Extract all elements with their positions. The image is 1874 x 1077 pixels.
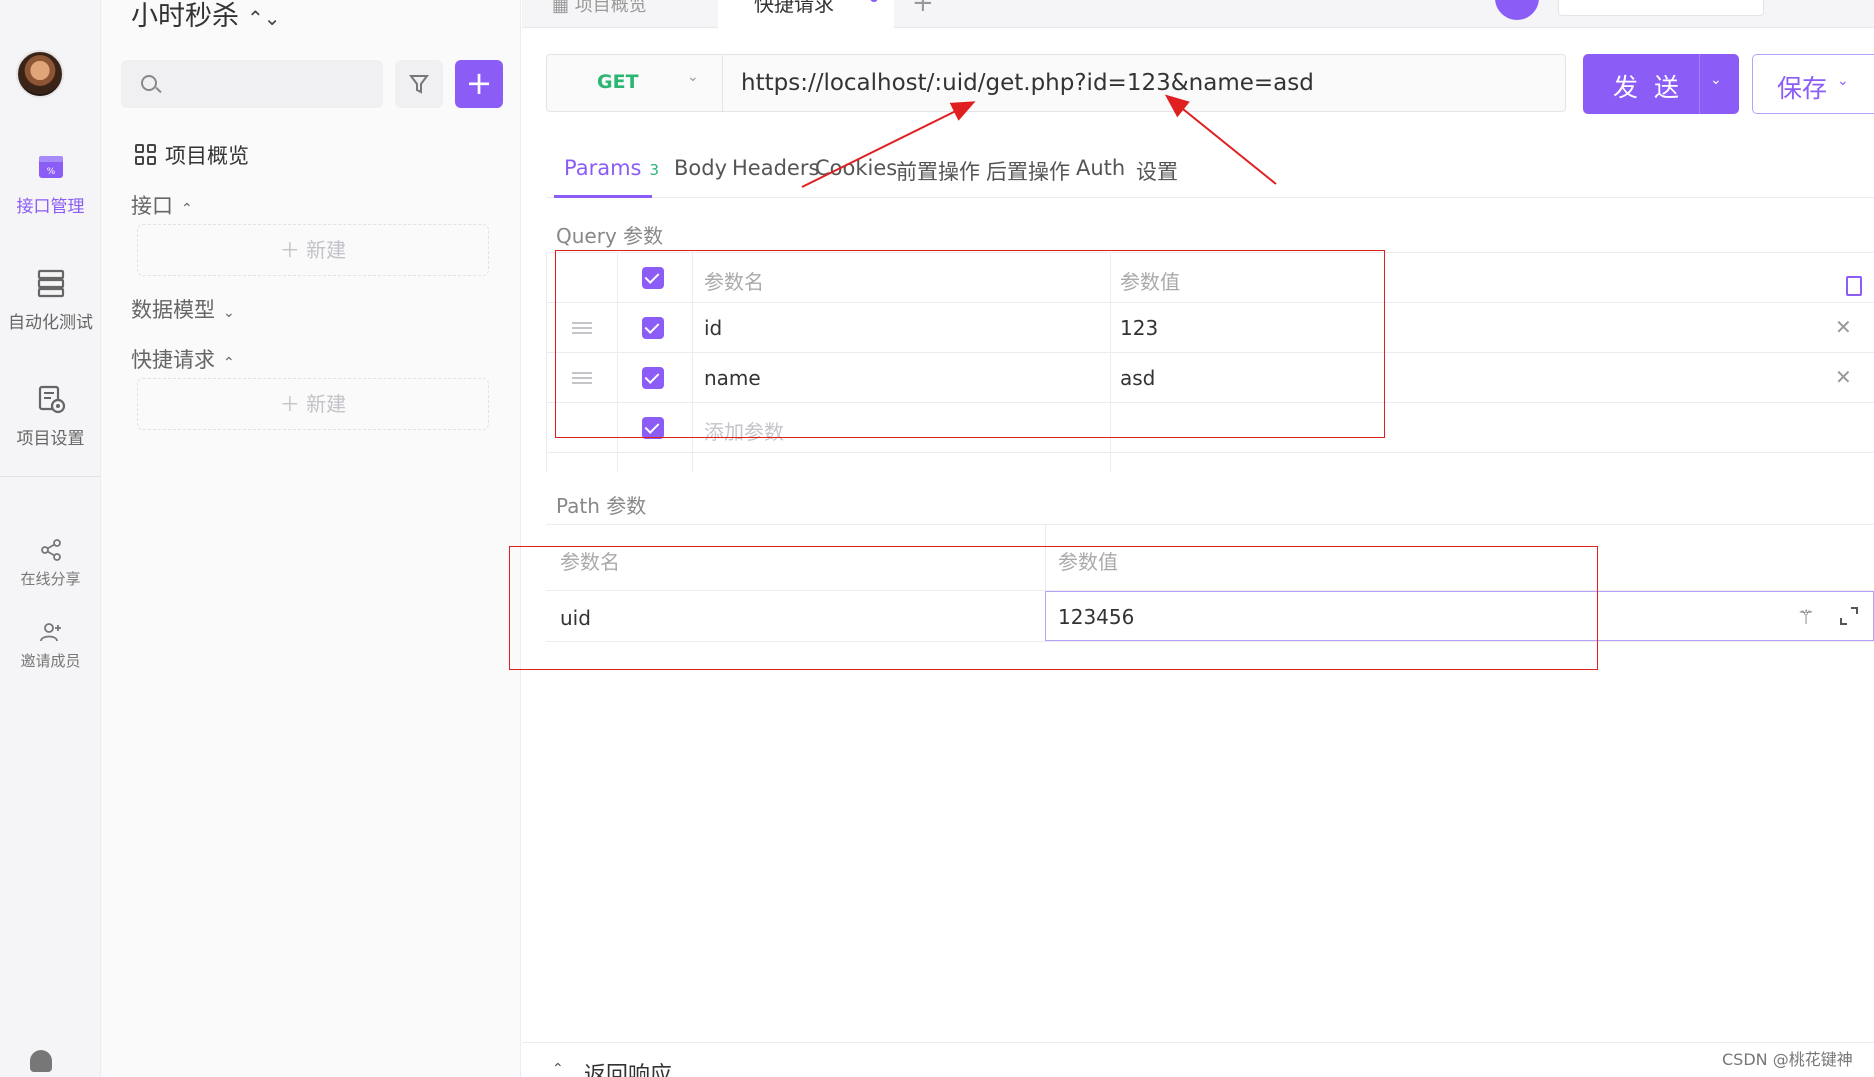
rail-item-invite-member[interactable]: 邀请成员	[0, 620, 101, 671]
new-tab-button[interactable]: +	[912, 0, 934, 18]
rail-item-automation-test[interactable]: 自动化测试	[0, 268, 101, 333]
section-label: 接口	[131, 194, 173, 218]
grid-icon	[135, 144, 157, 166]
rail-label: 项目设置	[16, 429, 85, 449]
section-label: 快捷请求	[131, 348, 215, 372]
environment-select[interactable]	[1558, 0, 1764, 16]
rail-label: 自动化测试	[8, 313, 93, 333]
search-icon	[141, 75, 157, 91]
chevron-down-icon: ⌄	[1837, 73, 1849, 89]
chevron-down-icon: ⌄	[223, 305, 235, 321]
method-label: GET	[597, 71, 639, 93]
user-avatar[interactable]	[16, 50, 64, 98]
subtab-label: Params	[564, 156, 642, 180]
plus-icon: ＋	[279, 392, 300, 416]
new-quick-request-button[interactable]: ＋ 新建	[137, 378, 489, 430]
project-switcher[interactable]: 小时秒杀 ⌃⌄	[131, 0, 281, 33]
more-tabs-button[interactable]: ···	[974, 0, 995, 11]
button-divider	[1699, 54, 1700, 114]
tree-section-api[interactable]: 接口 ⌃	[131, 190, 193, 220]
subtab-body[interactable]: Body	[674, 156, 727, 180]
rail-item-api-management[interactable]: % 接口管理	[0, 152, 101, 217]
send-label: 发 送	[1613, 73, 1683, 102]
save-label: 保存	[1777, 74, 1828, 103]
subtab-settings[interactable]: 设置	[1136, 156, 1178, 186]
new-label: 新建	[306, 238, 347, 262]
subtab-post-request[interactable]: 后置操作	[986, 156, 1070, 186]
query-params-label: Query 参数	[556, 224, 664, 248]
annotation-box-path	[509, 546, 1598, 670]
left-rail: % 接口管理 自动化测试 项目设置 在线分享 邀请成员	[0, 0, 101, 1077]
rail-divider	[0, 476, 101, 477]
bulk-edit-icon[interactable]	[1846, 276, 1862, 296]
chevron-up-icon: ⌃	[552, 1061, 564, 1077]
tab-label: 快捷请求	[754, 0, 834, 16]
path-params-label: Path 参数	[556, 494, 647, 518]
document-tabs: ▦ 项目概览 快捷请求 + ···	[522, 0, 1874, 29]
team-avatar[interactable]	[1495, 0, 1539, 20]
delete-row-icon[interactable]: ✕	[1835, 315, 1852, 339]
save-button[interactable]: 保存 ⌄	[1752, 54, 1874, 114]
chevron-down-icon: ⌄	[687, 69, 699, 85]
plus-icon: ＋	[279, 238, 300, 262]
up-down-chevron-icon: ⌃⌄	[247, 6, 281, 30]
chevron-up-icon: ⌃	[181, 201, 193, 217]
method-select[interactable]: GET ⌄	[547, 55, 723, 111]
watermark: CSDN @桃花键神	[1722, 1050, 1853, 1069]
add-button[interactable]: +	[455, 60, 503, 108]
subtab-headers[interactable]: Headers	[732, 156, 819, 180]
svg-text:%: %	[46, 167, 55, 177]
chevron-up-icon: ⌃	[223, 355, 235, 371]
project-overview-link[interactable]: 项目概览	[135, 140, 249, 170]
tree-section-data-model[interactable]: 数据模型 ⌄	[131, 294, 235, 324]
rail-label: 邀请成员	[20, 652, 81, 670]
response-label: 返回响应	[584, 1063, 673, 1077]
request-subtabs: Params 3 Body Headers Cookies 前置操作 后置操作 A…	[546, 150, 1874, 198]
subtab-params[interactable]: Params 3	[564, 156, 659, 180]
new-api-button[interactable]: ＋ 新建	[137, 224, 489, 276]
send-button[interactable]: 发 送 ⌄	[1583, 54, 1739, 114]
tab-quick-request[interactable]: 快捷请求	[718, 0, 894, 29]
share-icon	[40, 539, 61, 561]
active-tab-indicator	[554, 195, 652, 198]
delete-row-icon[interactable]: ✕	[1835, 365, 1852, 389]
chevron-down-icon[interactable]: ⌄	[1710, 72, 1722, 88]
subtab-auth[interactable]: Auth	[1076, 156, 1125, 180]
rail-item-project-settings[interactable]: 项目设置	[0, 384, 101, 449]
automation-test-icon	[37, 269, 64, 298]
table-border	[546, 252, 547, 472]
api-management-icon: %	[38, 156, 63, 178]
tab-label: 项目概览	[574, 0, 647, 16]
rail-label: 在线分享	[20, 570, 81, 588]
tree-search-input[interactable]	[121, 60, 383, 108]
project-tree-panel: 小时秒杀 ⌃⌄ + 项目概览 接口 ⌃ ＋ 新建 数据模型 ⌄ 快捷请求 ⌃ ＋ 新建	[101, 0, 521, 1077]
url-input[interactable]: https://localhost/:uid/get.php?id=123&na…	[741, 70, 1314, 96]
request-url-bar: GET ⌄ https://localhost/:uid/get.php?id=…	[546, 54, 1566, 112]
magic-wand-icon[interactable]: ⚚	[1797, 605, 1815, 629]
new-label: 新建	[306, 392, 347, 416]
project-name: 小时秒杀	[131, 1, 239, 32]
grid-icon: ▦	[552, 0, 575, 16]
tab-project-overview[interactable]: ▦ 项目概览	[552, 0, 647, 17]
response-panel-header[interactable]: ⌃ 返回响应	[522, 1042, 1874, 1077]
filter-icon	[409, 75, 429, 94]
bell-icon[interactable]	[30, 1050, 52, 1072]
rail-item-share[interactable]: 在线分享	[0, 538, 101, 589]
expand-icon[interactable]	[1840, 607, 1858, 625]
unsaved-dot-icon	[870, 0, 878, 2]
plus-icon: +	[465, 64, 493, 102]
invite-member-icon	[39, 623, 61, 642]
subtab-cookies[interactable]: Cookies	[815, 156, 897, 180]
rail-label: 接口管理	[16, 197, 85, 217]
project-settings-icon	[38, 385, 65, 414]
section-label: 数据模型	[131, 298, 215, 322]
annotation-box-query	[555, 250, 1385, 438]
overview-label: 项目概览	[165, 144, 249, 168]
tree-section-quick-request[interactable]: 快捷请求 ⌃	[131, 344, 235, 374]
params-count-badge: 3	[649, 161, 660, 179]
subtab-pre-request[interactable]: 前置操作	[896, 156, 980, 186]
filter-button[interactable]	[395, 60, 443, 108]
